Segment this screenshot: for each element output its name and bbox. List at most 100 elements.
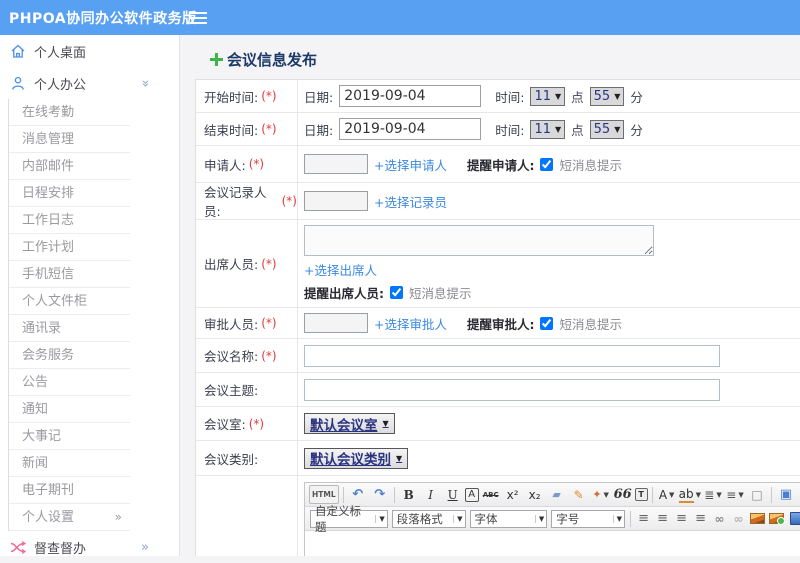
sidebar-subitem[interactable]: 内部邮件 [9, 153, 130, 180]
form-row-recorder: 会议记录人员: (*) +选择记录员 [196, 183, 800, 220]
sidebar-item-personal-settings[interactable]: 个人设置 » [9, 504, 130, 531]
magic-wand-icon[interactable]: ✦ ▼ [591, 485, 611, 504]
font-style-button[interactable]: A [464, 487, 479, 502]
eraser-icon[interactable]: ▰ [547, 485, 567, 504]
sidebar-subitem[interactable]: 公告 [9, 369, 130, 396]
new-page-icon[interactable]: □ [747, 485, 767, 504]
minute-unit: 分 [630, 122, 643, 138]
font-color-button[interactable]: A ▼ [657, 485, 677, 504]
sidebar-subitem[interactable]: 电子期刊 [9, 477, 130, 504]
sidebar-subitem[interactable]: 大事记 [9, 423, 130, 450]
sidebar-subitem[interactable]: 消息管理 [9, 126, 130, 153]
ordered-list-button[interactable]: ≣ ▼ [703, 485, 723, 504]
end-date-input[interactable] [339, 118, 482, 140]
main-content: 会议信息发布 开始时间:(*) 日期: 时间: 11▼ 点 55▼ 分 结束时间… [181, 35, 800, 556]
sms-remind-checkbox[interactable] [540, 316, 554, 330]
upload-image-icon[interactable] [768, 509, 786, 528]
sidebar-subitem[interactable]: 通知 [9, 396, 130, 423]
form-row-applicant: 申请人: (*) +选择申请人 提醒申请人: 短消息提示 [196, 146, 800, 183]
blockquote-button[interactable]: 66 [613, 485, 633, 504]
html-source-button[interactable]: HTML [309, 485, 339, 504]
sidebar-subitem[interactable]: 个人文件柜 [9, 288, 130, 315]
sidebar-subitem[interactable]: 工作日志 [9, 207, 130, 234]
choose-recorder-link[interactable]: +选择记录员 [374, 192, 447, 211]
sidebar-subitem[interactable]: 新闻 [9, 450, 130, 477]
highlight-color-button[interactable]: ab ▼ [678, 485, 702, 504]
subscript-button[interactable]: x₂ [525, 485, 545, 504]
sidebar-item-label: 个人办公 [34, 77, 87, 93]
sidebar-subitem[interactable]: 工作计划 [9, 234, 130, 261]
meeting-topic-input[interactable] [304, 378, 720, 401]
recorder-input[interactable] [304, 191, 368, 211]
unordered-list-button[interactable]: ≡ ▼ [725, 485, 745, 504]
underline-button[interactable]: U [443, 485, 463, 504]
field-label: 会议记录人员: [204, 185, 267, 219]
redo-button[interactable]: ↷ [370, 485, 390, 504]
sms-remind-checkbox[interactable] [540, 157, 554, 171]
align-left-icon[interactable]: ≡ [635, 509, 653, 528]
sms-remind-checkbox[interactable] [390, 286, 403, 299]
sidebar-subitem[interactable]: 日程安排 [9, 180, 130, 207]
insert-image-icon[interactable] [749, 509, 767, 528]
choose-approver-link[interactable]: +选择审批人 [374, 314, 447, 333]
form-row-meeting-name: 会议名称: (*) [196, 339, 800, 373]
form-row-meeting-category: 会议类别: 默认会议类别 ▼ [196, 441, 800, 476]
sidebar-subitem[interactable]: 手机短信 [9, 261, 130, 288]
paragraph-format-select[interactable]: 段落格式 ▼ [391, 509, 466, 528]
approver-input[interactable] [304, 313, 368, 333]
sidebar-item-personal-office[interactable]: 个人办公 » [0, 67, 179, 99]
hour-unit: 点 [571, 89, 584, 105]
fullscreen-icon[interactable]: ▣ [776, 485, 796, 504]
align-justify-icon[interactable]: ≡ [692, 509, 710, 528]
editor-content-area[interactable] [305, 531, 800, 556]
start-hour-select[interactable]: 11 ▼ [530, 86, 566, 106]
strikethrough-button[interactable]: ABC [481, 485, 501, 504]
align-right-icon[interactable]: ≡ [673, 509, 691, 528]
unlink-icon[interactable]: ∞ [730, 509, 748, 528]
page-title-text: 会议信息发布 [227, 51, 318, 69]
dropdown-arrow-icon: ▼ [695, 490, 702, 499]
chevron-right-icon: » [141, 539, 149, 555]
app-title: PHPOA协同办公软件政务版 [9, 10, 197, 27]
applicant-input[interactable] [304, 154, 368, 174]
undo-button[interactable]: ↶ [348, 485, 368, 504]
sidebar-item-personal-desktop[interactable]: 个人桌面 [0, 35, 179, 67]
choose-attendees-link[interactable]: +选择出席人 [304, 260, 377, 279]
superscript-button[interactable]: x² [503, 485, 523, 504]
meeting-name-input[interactable] [304, 344, 720, 367]
page-title: 会议信息发布 [210, 49, 800, 70]
required-mark: (*) [248, 157, 265, 171]
insert-media-icon[interactable] [787, 509, 800, 528]
sidebar-subitem[interactable]: 会务服务 [9, 342, 130, 369]
sidebar-subitem[interactable]: 在线考勤 [9, 99, 130, 126]
field-label: 会议名称: [204, 349, 259, 364]
remind-approver-label: 提醒审批人: [466, 316, 535, 332]
sidebar-subitem[interactable]: 通讯录 [9, 315, 130, 342]
sidebar-item-supervision[interactable]: 督查督办 » [0, 531, 179, 563]
end-hour-select[interactable]: 11 ▼ [530, 119, 566, 139]
paste-from-word-icon[interactable]: T [634, 488, 648, 501]
sidebar-toggle-hamburger-icon[interactable] [190, 12, 207, 24]
choose-applicant-link[interactable]: +选择申请人 [374, 155, 447, 174]
format-brush-icon[interactable]: ✎ [569, 485, 589, 504]
bold-button[interactable]: B [399, 485, 419, 504]
start-minute-select[interactable]: 55 ▼ [589, 86, 625, 106]
start-date-input[interactable] [339, 85, 482, 107]
end-minute-select[interactable]: 55 ▼ [589, 119, 625, 139]
custom-title-select[interactable]: 自定义标题 ▼ [310, 504, 388, 534]
sms-remind-label: 短消息提示 [559, 316, 622, 332]
dropdown-arrow-icon: ▼ [453, 514, 463, 523]
editor-toolbar-row2: 自定义标题 ▼ 段落格式 ▼ 字体 ▼ 字号 ▼ ≡ ≡ ≡ ≡ ∞ ∞ [305, 504, 800, 534]
link-icon[interactable]: ∞ [711, 509, 729, 528]
italic-button[interactable]: I [421, 485, 441, 504]
meeting-form: 开始时间:(*) 日期: 时间: 11▼ 点 55▼ 分 结束时间:(*) 日期… [195, 79, 800, 556]
meeting-room-select[interactable]: 默认会议室 ▼ [304, 413, 395, 434]
topbar: PHPOA协同办公软件政务版 [0, 0, 800, 35]
font-size-select[interactable]: 字号 ▼ [551, 509, 626, 528]
meeting-category-select[interactable]: 默认会议类别 ▼ [304, 447, 409, 469]
align-center-icon[interactable]: ≡ [654, 509, 672, 528]
attendees-textarea[interactable] [304, 225, 654, 256]
field-label: 审批人员: [204, 316, 259, 332]
font-family-select[interactable]: 字体 ▼ [469, 509, 548, 528]
field-label: 申请人: [204, 157, 246, 173]
